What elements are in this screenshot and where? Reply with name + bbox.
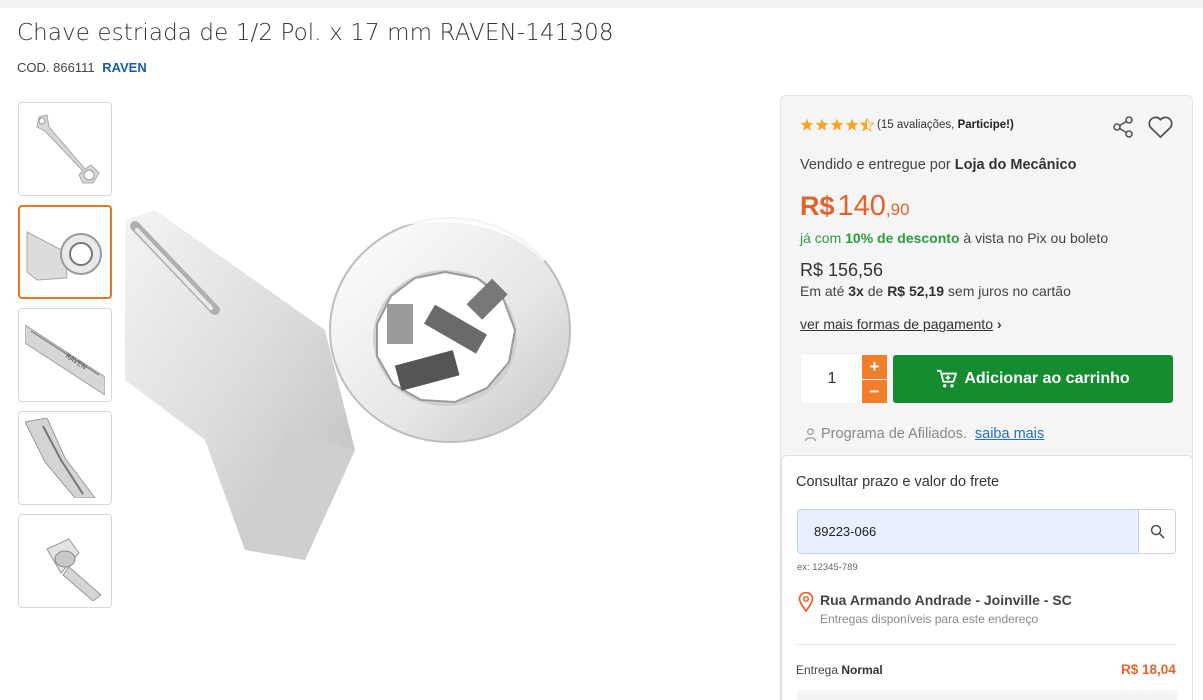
installments-line: Em até 3x de R$ 52,19 sem juros no cartã… (800, 283, 1071, 299)
affiliate-program: Programa de Afiliados. saiba mais (803, 426, 1044, 442)
quantity-input[interactable]: 1 (802, 355, 862, 403)
wrench-thumbnail-image (36, 114, 100, 184)
installments-count: 3x (848, 283, 864, 299)
address-street: Rua Armando Andrade - Joinville - SC (820, 592, 1072, 608)
cart-icon (937, 369, 958, 388)
pix-prefix: já com (800, 230, 842, 246)
delivery-address: Rua Armando Andrade - Joinville - SC Ent… (798, 592, 1072, 626)
person-icon (804, 427, 817, 441)
star-icon (815, 118, 829, 131)
rating-summary[interactable]: (15 avaliações, Participe!) (800, 118, 1014, 132)
product-code-line: COD. 866111 RAVEN (17, 60, 147, 75)
chevron-right-icon: › (996, 316, 1002, 332)
participate-link[interactable]: Participe!) (958, 119, 1014, 131)
affiliate-label: Programa de Afiliados. (821, 426, 967, 442)
cep-example: ex: 12345-789 (797, 562, 858, 573)
more-payment-link[interactable]: ver mais formas de pagamento › (800, 316, 1002, 332)
installments-suffix: sem juros no cartão (947, 283, 1071, 299)
pix-suffix: à vista no Pix ou boleto (963, 230, 1109, 246)
rating-count: (15 avaliações, (877, 119, 955, 131)
wrench-ring-thumbnail-image (26, 231, 102, 281)
heart-icon[interactable] (1147, 114, 1174, 140)
rating-stars (800, 118, 874, 132)
wrench-detail-thumbnail-image: RAVEN (25, 324, 105, 395)
location-pin-icon (798, 592, 814, 612)
wrench-main-image (125, 210, 571, 560)
pix-discount-line: já com 10% de desconto à vista no Pix ou… (800, 230, 1108, 246)
next-shipping-option (797, 690, 1177, 700)
thumbnail-1[interactable] (18, 102, 112, 196)
installments-de: de (867, 283, 884, 299)
search-icon (1150, 524, 1164, 539)
installments-prefix: Em até (800, 283, 845, 299)
seller-info: Vendido e entregue por Loja do Mecânico (800, 157, 1076, 173)
price-main: R$ 140,90 (800, 190, 910, 223)
installments-value: R$ 52,19 (887, 283, 945, 299)
wrench-angle-thumbnail-image (25, 418, 96, 498)
cep-search-button[interactable] (1138, 509, 1176, 554)
price-currency: R$ (800, 191, 835, 221)
thumbnail-5[interactable] (18, 514, 112, 608)
product-code: COD. 866111 (17, 60, 95, 75)
seller-prefix: Vendido e entregue por (800, 157, 951, 173)
quantity-decrease-button[interactable]: − (862, 379, 887, 403)
thumbnail-2[interactable] (18, 205, 112, 299)
address-availability: Entregas disponíveis para este endereço (820, 612, 1039, 626)
main-product-image[interactable] (125, 190, 585, 570)
add-to-cart-button[interactable]: Adicionar ao carrinho (893, 355, 1173, 403)
pix-discount: 10% de desconto (845, 230, 960, 246)
quantity-increase-button[interactable]: + (862, 355, 887, 379)
star-icon (800, 118, 814, 131)
shipping-title: Consultar prazo e valor do frete (796, 474, 1000, 490)
page-title: Chave estriada de 1/2 Pol. x 17 mm RAVEN… (17, 20, 614, 46)
thumbnail-4[interactable] (18, 411, 112, 505)
star-half-icon (860, 118, 874, 132)
top-strip (0, 0, 1203, 8)
thumbnail-3[interactable]: RAVEN (18, 308, 112, 402)
brand-link[interactable]: RAVEN (102, 60, 147, 75)
share-icon[interactable] (1111, 115, 1135, 139)
star-icon (830, 118, 844, 131)
cep-input[interactable] (797, 509, 1138, 554)
full-price: R$ 156,56 (800, 260, 884, 280)
thumbnail-list: RAVEN (18, 102, 114, 617)
quantity-stepper: + − (862, 355, 887, 403)
price-cents: ,90 (885, 200, 910, 219)
more-payment-label: ver mais formas de pagamento (800, 316, 993, 332)
delivery-price: R$ 18,04 (1121, 662, 1176, 677)
seller-name[interactable]: Loja do Mecânico (955, 157, 1077, 173)
delivery-prefix: Entrega (796, 663, 839, 677)
delivery-type: Normal (841, 663, 883, 677)
add-to-cart-label: Adicionar ao carrinho (964, 370, 1130, 387)
price-integer: 140 (837, 190, 886, 222)
wrench-end-thumbnail-image (46, 538, 102, 601)
star-icon (845, 118, 859, 131)
shipping-divider (797, 644, 1177, 645)
affiliate-more-link[interactable]: saiba mais (975, 426, 1044, 442)
delivery-option: Entrega Normal (796, 663, 883, 677)
